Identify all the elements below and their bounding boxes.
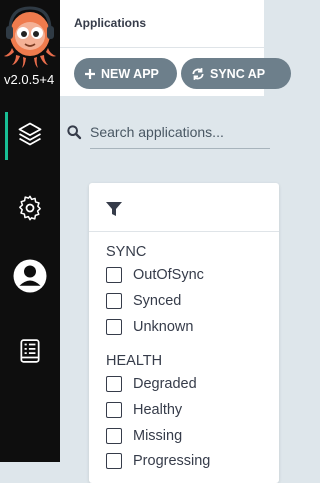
filter-divider (89, 231, 279, 232)
search-bar (60, 110, 270, 150)
option-label: Unknown (133, 319, 194, 335)
checkbox[interactable] (106, 453, 122, 469)
sidebar-item-settings[interactable] (0, 184, 60, 232)
gear-icon (19, 195, 41, 221)
page-title: Applications (74, 16, 147, 30)
option-label: Missing (133, 428, 183, 444)
option-label: Progressing (133, 453, 211, 469)
filter-panel: SYNC OutOfSync Synced Unknown HEALTH Deg… (89, 183, 279, 483)
layers-icon (18, 122, 42, 146)
sync-filter-title: SYNC (106, 244, 147, 260)
argo-logo[interactable] (0, 2, 60, 72)
option-label: Synced (133, 293, 182, 309)
new-app-label: NEW APP (101, 66, 159, 81)
book-icon (20, 339, 40, 363)
filter-option-healthy[interactable]: Healthy (106, 400, 182, 420)
filter-option-synced[interactable]: Synced (106, 291, 181, 311)
search-icon (67, 125, 82, 140)
sidebar-item-user-info[interactable] (0, 252, 60, 300)
filter-option-progressing[interactable]: Progressing (106, 451, 210, 471)
checkbox[interactable] (106, 428, 122, 444)
search-input[interactable] (90, 120, 264, 144)
filter-option-unknown[interactable]: Unknown (106, 317, 193, 337)
checkbox[interactable] (106, 293, 122, 309)
checkbox[interactable] (106, 267, 122, 283)
search-underline (90, 148, 270, 149)
version-label: v2.0.5+4 (4, 72, 55, 87)
top-bar: Applications (60, 0, 264, 48)
option-label: OutOfSync (133, 267, 204, 283)
checkbox[interactable] (106, 402, 122, 418)
user-icon (13, 259, 47, 293)
sync-apps-label: SYNC AP (210, 66, 266, 81)
option-label: Degraded (133, 376, 197, 392)
checkbox[interactable] (106, 376, 122, 392)
sidebar: v2.0.5+4 (0, 0, 60, 462)
filter-option-outofsync[interactable]: OutOfSync (106, 265, 204, 285)
sync-apps-button[interactable]: SYNC AP (181, 58, 291, 89)
filter-option-missing[interactable]: Missing (106, 426, 182, 446)
plus-icon (85, 68, 95, 79)
checkbox[interactable] (106, 319, 122, 335)
sync-icon (192, 67, 204, 80)
filter-option-degraded[interactable]: Degraded (106, 374, 197, 394)
sidebar-item-documentation[interactable] (0, 328, 60, 376)
filter-icon[interactable] (106, 202, 122, 216)
new-app-button[interactable]: NEW APP (74, 58, 177, 89)
health-filter-title: HEALTH (106, 353, 163, 369)
option-label: Healthy (133, 402, 183, 418)
sidebar-item-applications[interactable] (0, 110, 60, 160)
toolbar: NEW APP SYNC AP (60, 48, 291, 96)
